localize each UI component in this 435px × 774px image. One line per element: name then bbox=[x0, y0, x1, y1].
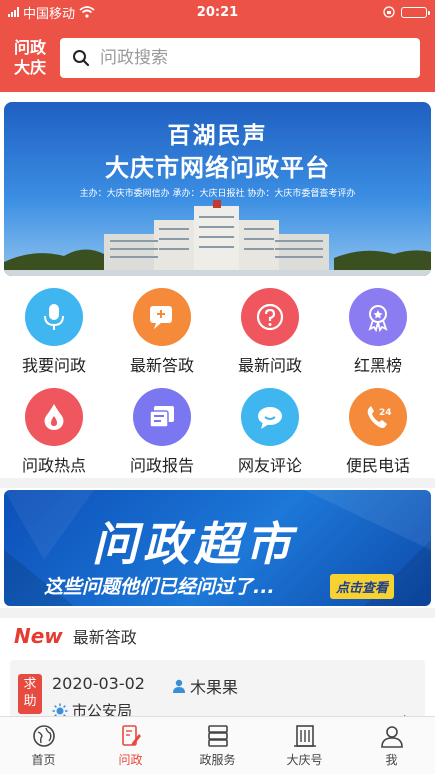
menu-item-label: 最新答政 bbox=[129, 356, 194, 375]
tab-daqing-hao[interactable]: 大庆号 bbox=[261, 717, 348, 774]
section-title: 最新答政 bbox=[72, 628, 137, 647]
user-icon bbox=[173, 679, 185, 693]
department-name: 市公安局 bbox=[72, 702, 133, 716]
chevron-right-icon: › bbox=[403, 708, 409, 716]
building-icon bbox=[293, 725, 316, 747]
tab-gov-services[interactable]: 政服务 bbox=[174, 717, 261, 774]
tab-home[interactable]: 首页 bbox=[0, 717, 87, 774]
promo-view-button[interactable]: 点击查看 bbox=[330, 574, 395, 599]
main-content: 百湖民声 大庆市网络问政平台 主办：大庆市委网信办 承办：大庆日报社 协办：大庆… bbox=[0, 92, 435, 716]
rotation-lock-icon bbox=[383, 6, 395, 18]
user-icon bbox=[380, 726, 403, 748]
menu-item-label: 网友评论 bbox=[237, 456, 302, 475]
carrier-label: 中国移动 bbox=[23, 6, 76, 22]
banner-subtitle: 大庆市网络问政平台 bbox=[105, 154, 330, 182]
signal-icon bbox=[8, 7, 19, 17]
sun-icon bbox=[52, 703, 68, 716]
answer-user: 木果果 bbox=[172, 674, 238, 698]
latest-answers-header: New 最新答政 bbox=[14, 624, 137, 648]
search-box[interactable] bbox=[60, 38, 420, 78]
tab-label: 问政 bbox=[118, 753, 143, 767]
search-icon bbox=[73, 50, 90, 67]
tab-me[interactable]: 我 bbox=[348, 717, 435, 774]
battery-icon bbox=[401, 6, 430, 18]
tab-wenzheng[interactable]: 问政 bbox=[87, 717, 174, 774]
wifi-icon bbox=[79, 6, 95, 18]
username: 木果果 bbox=[190, 678, 239, 697]
menu-item-latest-questions[interactable]: 最新问政 bbox=[216, 288, 324, 376]
menu-item-label: 最新问政 bbox=[237, 356, 302, 375]
promo-subtitle: 这些问题他们已经问过了... bbox=[44, 576, 275, 598]
menu-item-label: 便民电话 bbox=[345, 456, 410, 475]
status-bar: 中国移动 20:21 bbox=[0, 0, 435, 24]
report-icon bbox=[133, 388, 191, 446]
home-icon bbox=[32, 725, 55, 747]
svg-text:24: 24 bbox=[379, 408, 392, 418]
help-tag: 求助 bbox=[18, 674, 42, 714]
promo-title: 问政超市 bbox=[92, 517, 296, 571]
menu-item-label: 问政报告 bbox=[129, 456, 194, 475]
bottom-tab-bar: 首页 问政 政服务 大庆号 我 bbox=[0, 716, 435, 774]
tab-label: 政服务 bbox=[199, 753, 236, 767]
tab-label: 首页 bbox=[31, 753, 56, 767]
tab-label: 大庆号 bbox=[286, 753, 323, 767]
menu-item-label: 红黑榜 bbox=[353, 356, 402, 375]
app-logo[interactable]: 问政 大庆 bbox=[0, 38, 60, 78]
menu-item-ask[interactable]: 我要问政 bbox=[0, 288, 108, 376]
menu-item-reports[interactable]: 问政报告 bbox=[108, 388, 216, 476]
hero-banner[interactable]: 百湖民声 大庆市网络问政平台 主办：大庆市委网信办 承办：大庆日报社 协办：大庆… bbox=[4, 102, 431, 276]
menu-item-label: 问政热点 bbox=[21, 456, 86, 475]
banner-title: 百湖民声 bbox=[167, 123, 268, 149]
promo-banner[interactable]: 问政超市 这些问题他们已经问过了... 点击查看 bbox=[4, 490, 431, 606]
menu-item-latest-answers[interactable]: 最新答政 bbox=[108, 288, 216, 376]
server-icon bbox=[207, 725, 228, 747]
question-icon bbox=[241, 288, 299, 346]
edit-doc-icon bbox=[121, 725, 141, 746]
menu-grid: 我要问政 最新答政 最新问政 红黑榜 问政热点 问政报告 网友评论 24 便民电… bbox=[0, 288, 435, 476]
comment-icon bbox=[241, 388, 299, 446]
menu-item-hotline[interactable]: 24 便民电话 bbox=[324, 388, 432, 476]
microphone-icon bbox=[25, 288, 83, 346]
phone-24-icon: 24 bbox=[349, 388, 407, 446]
answer-date: 2020-03-02 bbox=[52, 674, 145, 693]
government-building-image bbox=[4, 200, 431, 276]
section-divider bbox=[0, 608, 435, 618]
answer-department: 市公安局 bbox=[52, 700, 132, 716]
menu-item-hot-topics[interactable]: 问政热点 bbox=[0, 388, 108, 476]
medal-icon bbox=[349, 288, 407, 346]
new-badge: New bbox=[14, 624, 63, 648]
tab-label: 我 bbox=[385, 753, 398, 767]
menu-item-comments[interactable]: 网友评论 bbox=[216, 388, 324, 476]
flame-icon bbox=[25, 388, 83, 446]
chat-plus-icon bbox=[133, 288, 191, 346]
answer-list-item[interactable]: 求助 2020-03-02 木果果 市公安局 › bbox=[10, 660, 425, 716]
app-header: 问政 大庆 bbox=[0, 24, 435, 92]
menu-item-label: 我要问政 bbox=[21, 356, 86, 375]
search-input[interactable] bbox=[100, 48, 390, 68]
menu-item-ranking[interactable]: 红黑榜 bbox=[324, 288, 432, 376]
section-divider bbox=[0, 478, 435, 488]
